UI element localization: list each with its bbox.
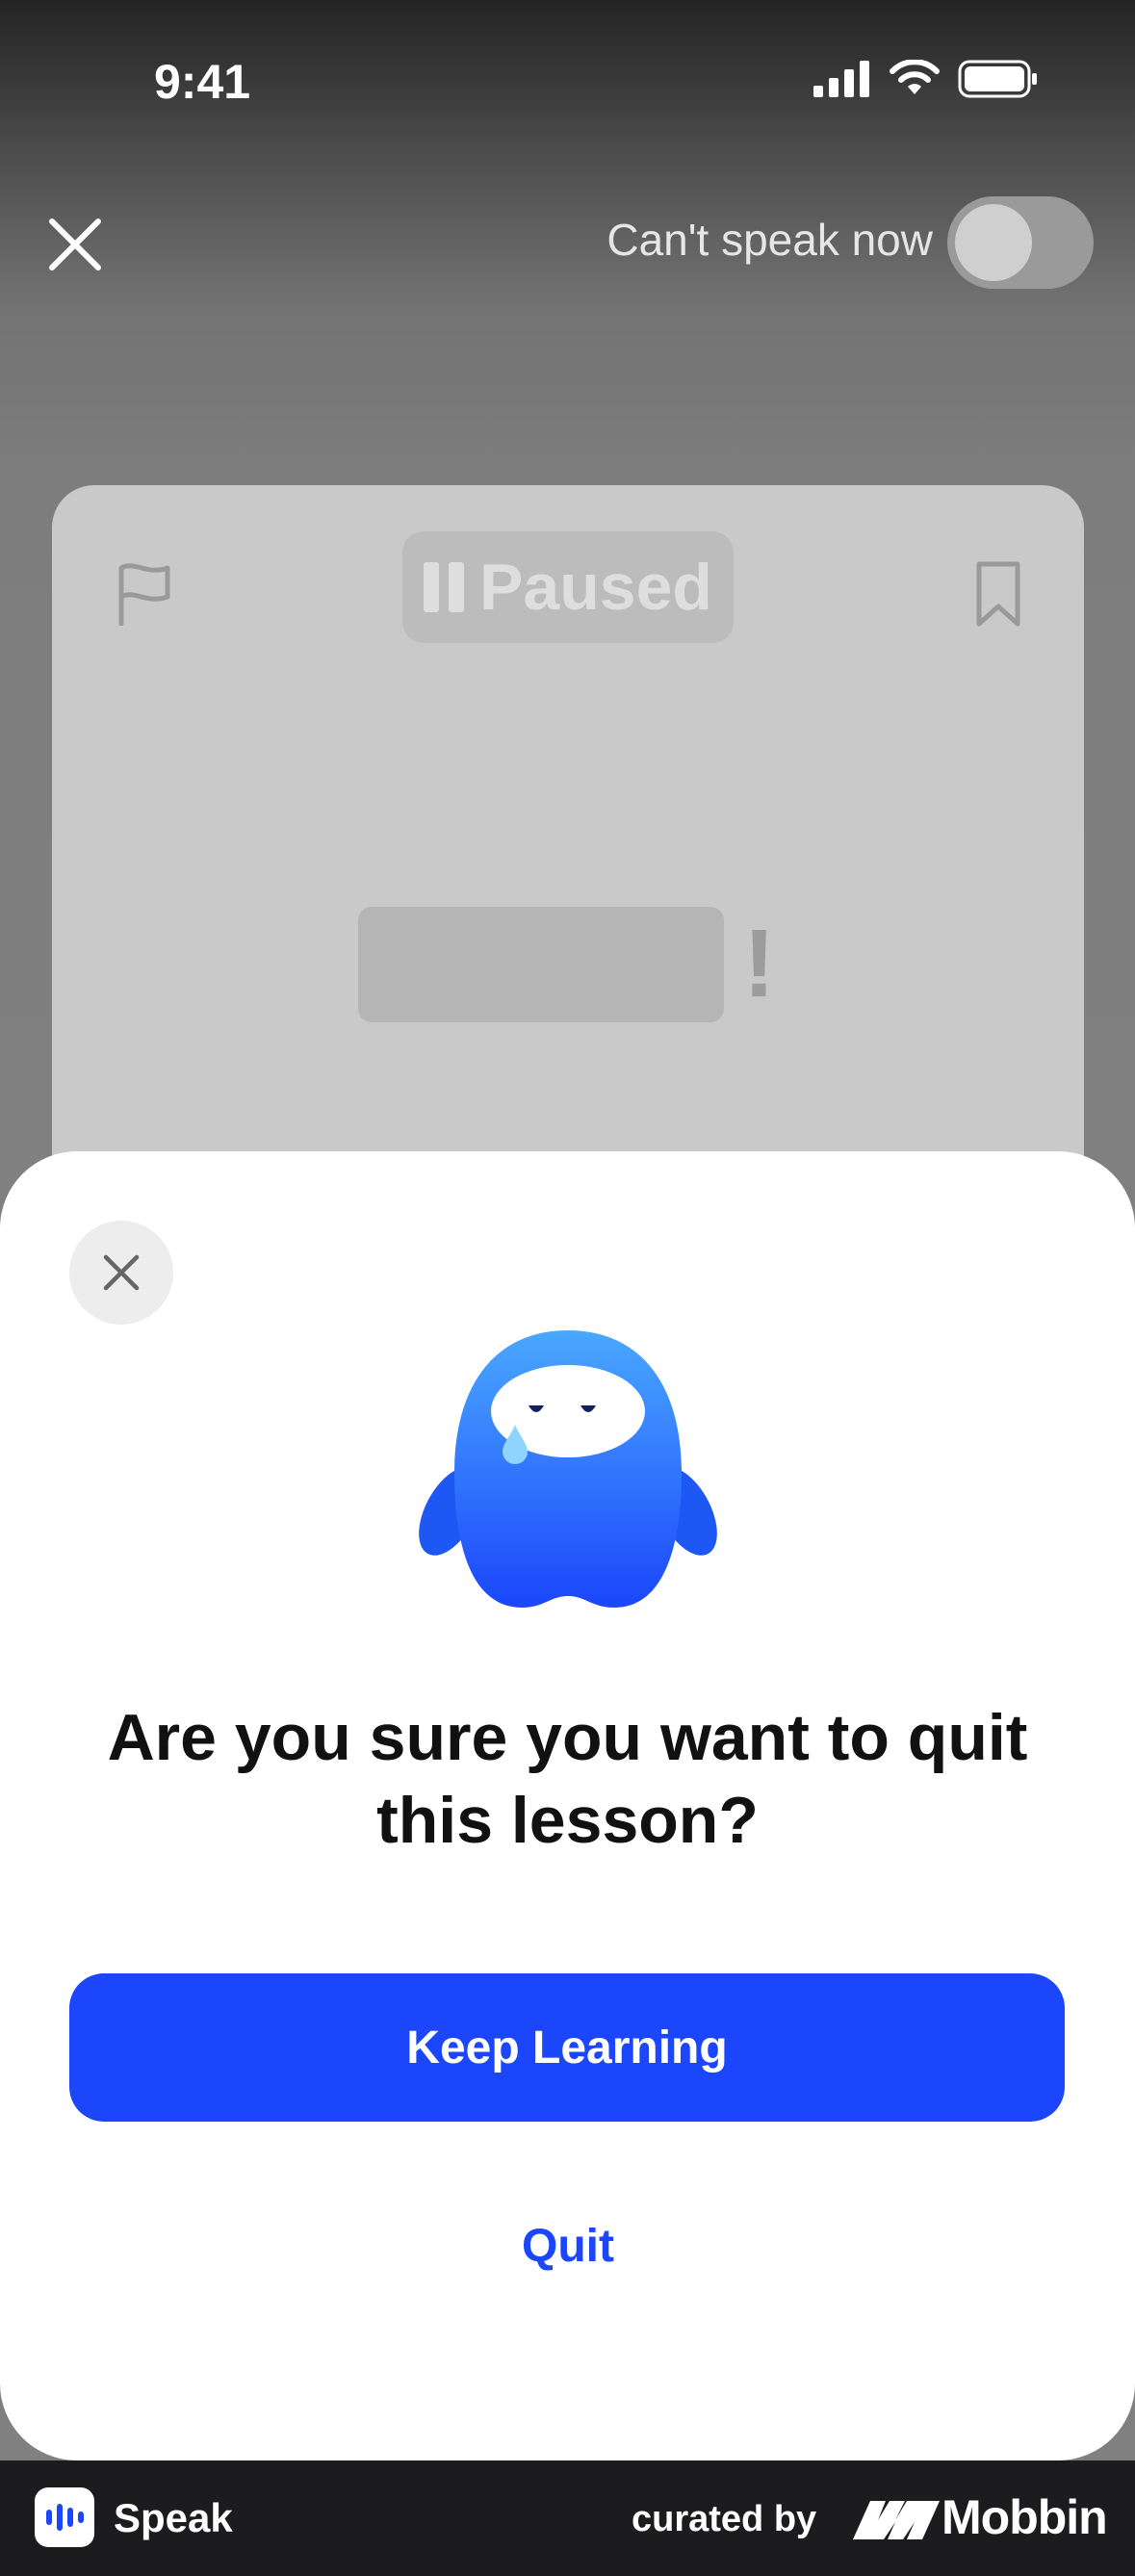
speak-app-icon	[35, 2487, 94, 2547]
close-icon[interactable]	[44, 214, 106, 275]
wifi-icon	[890, 60, 940, 94]
keep-learning-button[interactable]: Keep Learning	[69, 1973, 1065, 2122]
footer-curated-label: curated by	[632, 2499, 817, 2539]
quit-confirmation-sheet: Are you sure you want to quit this lesso…	[0, 1151, 1135, 2460]
mobbin-logo-icon	[853, 2501, 940, 2539]
paused-badge: Paused	[402, 531, 734, 643]
quit-button[interactable]: Quit	[424, 2208, 712, 2285]
word-placeholder	[358, 907, 724, 1022]
flag-icon[interactable]	[116, 562, 173, 626]
punctuation-mark: !	[743, 910, 776, 1018]
cellular-signal-icon	[813, 61, 869, 97]
status-icons	[813, 60, 1039, 98]
status-time: 9:41	[154, 55, 251, 109]
footer-brand: Mobbin	[942, 2490, 1108, 2544]
bookmark-icon[interactable]	[974, 560, 1022, 628]
paused-label: Paused	[479, 551, 712, 624]
attribution-footer: Speak curated by Mobbin	[0, 2460, 1135, 2576]
status-bar: 9:41	[0, 0, 1135, 164]
toggle-knob	[955, 204, 1032, 281]
battery-icon	[958, 60, 1037, 98]
sheet-close-button[interactable]	[69, 1221, 173, 1325]
lesson-screen: 9:41 Can't speak now Paused ! Are you su…	[0, 0, 1135, 2460]
dialog-title: Are you sure you want to quit this lesso…	[107, 1701, 1028, 1857]
footer-app-name: Speak	[114, 2495, 233, 2540]
cant-speak-toggle[interactable]	[947, 196, 1094, 289]
cant-speak-label: Can't speak now	[606, 215, 933, 265]
close-icon	[103, 1254, 140, 1291]
pause-icon	[424, 562, 465, 612]
sad-mascot-illustration	[419, 1330, 717, 1608]
